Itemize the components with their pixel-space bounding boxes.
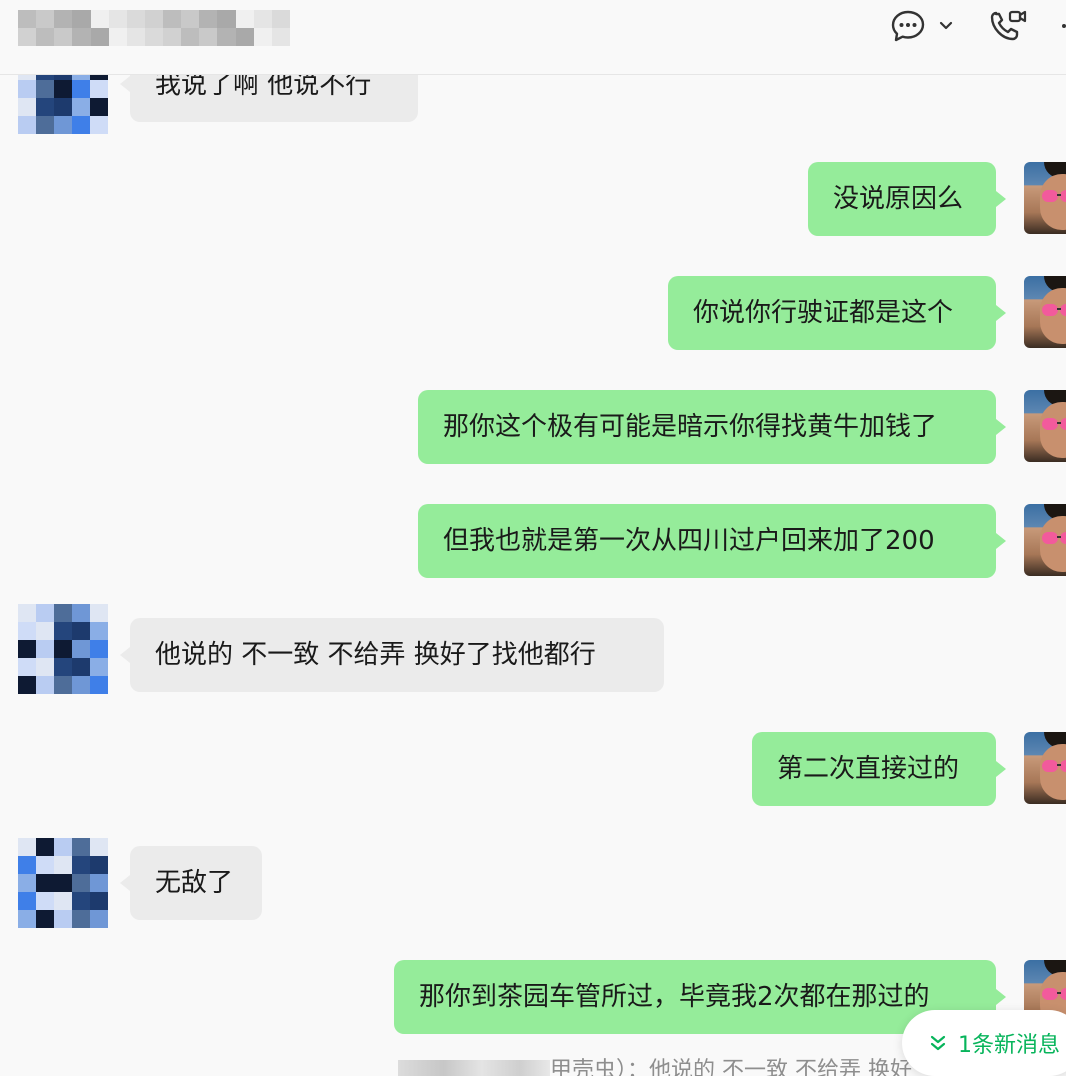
user-avatar[interactable] bbox=[1024, 276, 1066, 348]
message-bubble[interactable]: 第二次直接过的 bbox=[752, 732, 996, 806]
contact-avatar[interactable] bbox=[18, 838, 108, 928]
message-bubble[interactable]: 那你到茶园车管所过，毕竟我2次都在那过的 bbox=[394, 960, 996, 1034]
message-bubble[interactable]: 他说的 不一致 不给弄 换好了找他都行 bbox=[130, 618, 664, 692]
message-bubble[interactable]: 没说原因么 bbox=[808, 162, 996, 236]
contact-avatar[interactable] bbox=[18, 604, 108, 694]
double-chevron-down-icon bbox=[930, 1035, 946, 1051]
user-avatar[interactable] bbox=[1024, 732, 1066, 804]
chat-header bbox=[0, 0, 1066, 75]
message-bubble[interactable]: 但我也就是第一次从四川过户回来加了200 bbox=[418, 504, 996, 578]
new-message-button[interactable]: 1条新消息 bbox=[902, 1010, 1066, 1076]
chat-bubble-icon[interactable] bbox=[888, 8, 928, 44]
message-bubble[interactable]: 你说你行驶证都是这个 bbox=[668, 276, 996, 350]
message-bubble[interactable]: 那你这个极有可能是暗示你得找黄牛加钱了 bbox=[418, 390, 996, 464]
user-avatar[interactable] bbox=[1024, 390, 1066, 462]
chevron-down-icon[interactable] bbox=[934, 14, 958, 38]
chat-title bbox=[18, 10, 290, 46]
message-bubble[interactable]: 无敌了 bbox=[130, 846, 262, 920]
user-avatar[interactable] bbox=[1024, 504, 1066, 576]
more-icon[interactable] bbox=[1054, 14, 1066, 38]
quote-text: 甲壳虫）：他说的 不一致 不给弄 换好了 bbox=[550, 1058, 918, 1076]
new-message-label: 1条新消息 bbox=[958, 1033, 1060, 1058]
phone-video-icon[interactable] bbox=[986, 8, 1030, 44]
quoted-message-preview: 甲壳虫）：他说的 不一致 不给弄 换好了 bbox=[398, 1052, 918, 1076]
blurred-sender-name bbox=[398, 1060, 550, 1076]
user-avatar[interactable] bbox=[1024, 162, 1066, 234]
message-list[interactable]: 我说了啊 他说不行 没说原因么 你说你行驶证都是这个 那你这个极有可能是暗示你得… bbox=[0, 0, 1066, 1076]
